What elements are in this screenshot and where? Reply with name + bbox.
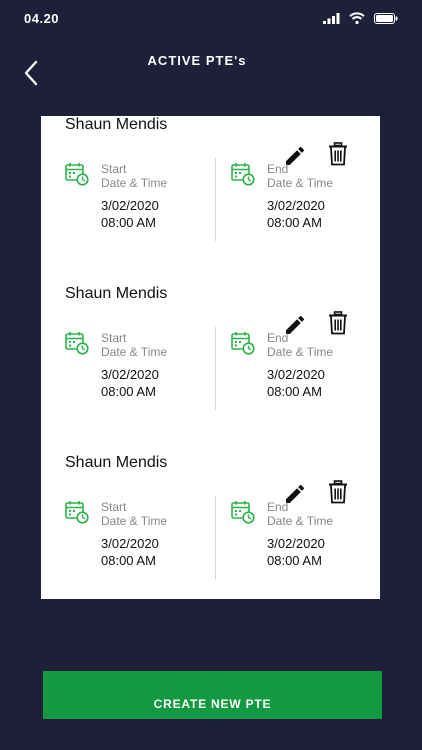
end-label-sub: Date & Time [267, 514, 334, 528]
start-date: 3/02/2020 [101, 536, 159, 551]
calendar-clock-icon [231, 163, 255, 186]
status-bar: 04.20 [0, 0, 422, 36]
column-divider [215, 496, 216, 579]
start-time: 08:00 AM [101, 553, 156, 568]
end-label: End Date & Time [267, 162, 333, 190]
entry-name: Shaun Mendis [65, 454, 168, 471]
start-datetime: Start Date & Time 3/02/2020 08:00 AM [65, 156, 205, 241]
end-date: 3/02/2020 [267, 367, 325, 382]
start-label-sub: Date & Time [101, 176, 168, 190]
end-value: 3/02/2020 08:00 AM [267, 366, 325, 400]
calendar-clock-icon [65, 332, 89, 355]
start-value: 3/02/2020 08:00 AM [101, 535, 159, 569]
calendar-clock-icon [231, 332, 255, 355]
status-icons [323, 12, 398, 24]
start-time: 08:00 AM [101, 384, 156, 399]
end-label-title: End [267, 162, 289, 176]
end-time: 08:00 AM [267, 215, 322, 230]
end-label-title: End [267, 500, 289, 514]
start-label: Start Date & Time [101, 331, 167, 359]
start-datetime: Start Date & Time 3/02/2020 08:00 AM [65, 325, 205, 410]
pte-list-card: Shaun Mendis Start Date & Time 3/02/2020… [41, 116, 380, 599]
entry-name: Shaun Mendis [65, 116, 168, 133]
start-label-title: Start [101, 162, 127, 176]
calendar-clock-icon [65, 163, 89, 186]
end-datetime: End Date & Time 3/02/2020 08:00 AM [231, 156, 371, 241]
pte-entry: Shaun Mendis Start Date & Time 3/02/2020… [41, 116, 380, 266]
create-new-pte-label: CREATE NEW PTE [153, 697, 272, 711]
calendar-clock-icon [65, 501, 89, 524]
end-value: 3/02/2020 08:00 AM [267, 535, 325, 569]
end-time: 08:00 AM [267, 553, 322, 568]
wifi-icon [349, 12, 365, 24]
end-label: End Date & Time [267, 331, 333, 359]
end-datetime: End Date & Time 3/02/2020 08:00 AM [231, 494, 371, 579]
end-date: 3/02/2020 [267, 536, 325, 551]
end-date: 3/02/2020 [267, 198, 325, 213]
end-label-title: End [267, 331, 289, 345]
start-label-sub: Date & Time [101, 345, 168, 359]
start-time: 08:00 AM [101, 215, 156, 230]
status-time: 04.20 [24, 11, 60, 26]
start-datetime: Start Date & Time 3/02/2020 08:00 AM [65, 494, 205, 579]
pte-entry: Shaun Mendis Start Date & Time 3/02/2020… [41, 285, 380, 435]
end-time: 08:00 AM [267, 384, 322, 399]
end-label-sub: Date & Time [267, 176, 334, 190]
calendar-clock-icon [231, 501, 255, 524]
start-label: Start Date & Time [101, 500, 167, 528]
start-date: 3/02/2020 [101, 367, 159, 382]
start-label-title: Start [101, 331, 127, 345]
signal-icon [323, 12, 340, 24]
page-title: ACTIVE PTE's [0, 53, 422, 68]
start-label: Start Date & Time [101, 162, 167, 190]
entry-name: Shaun Mendis [65, 285, 168, 302]
end-label-sub: Date & Time [267, 345, 334, 359]
start-label-sub: Date & Time [101, 514, 168, 528]
end-datetime: End Date & Time 3/02/2020 08:00 AM [231, 325, 371, 410]
end-label: End Date & Time [267, 500, 333, 528]
end-value: 3/02/2020 08:00 AM [267, 197, 325, 231]
start-date: 3/02/2020 [101, 198, 159, 213]
column-divider [215, 327, 216, 410]
start-value: 3/02/2020 08:00 AM [101, 366, 159, 400]
battery-icon [374, 12, 398, 24]
column-divider [215, 158, 216, 241]
page-title-text: ACTIVE PTE's [147, 53, 247, 68]
start-value: 3/02/2020 08:00 AM [101, 197, 159, 231]
start-label-title: Start [101, 500, 127, 514]
create-new-pte-button[interactable]: CREATE NEW PTE [43, 671, 382, 719]
pte-entry: Shaun Mendis Start Date & Time 3/02/2020… [41, 454, 380, 599]
